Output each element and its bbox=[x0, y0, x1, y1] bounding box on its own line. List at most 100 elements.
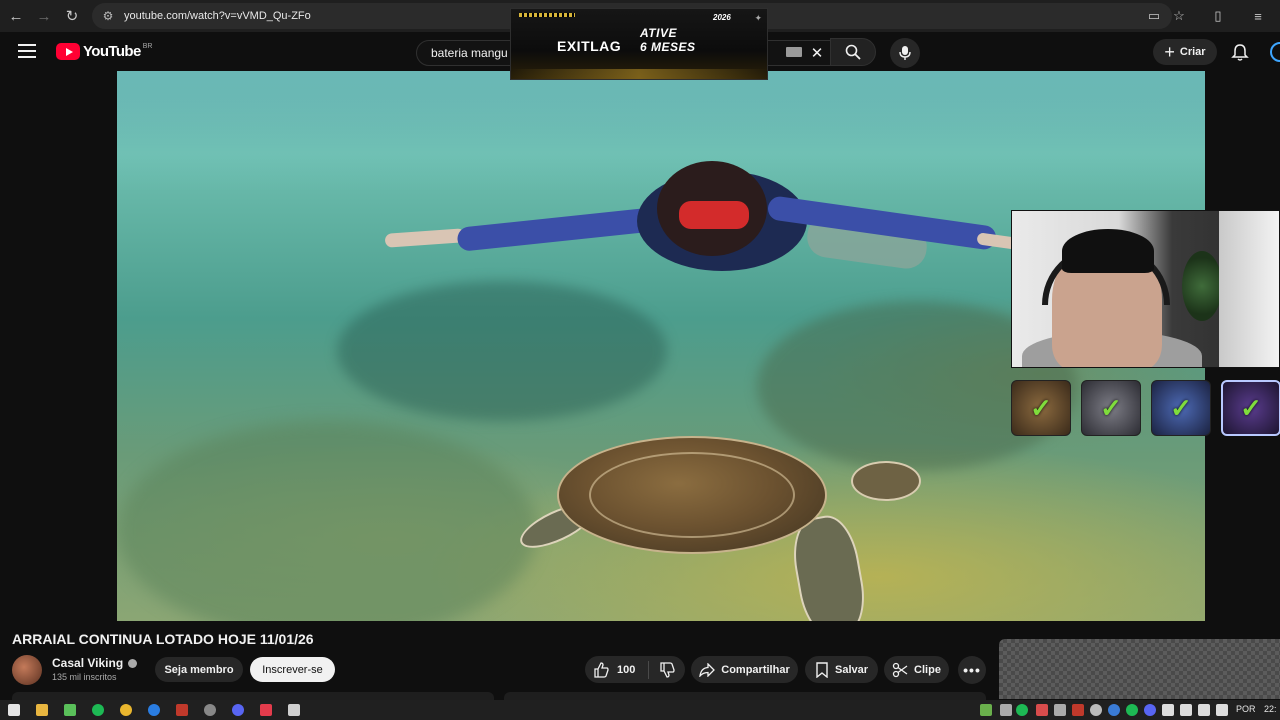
share-label: Compartilhar bbox=[721, 663, 790, 676]
banner-stripe bbox=[519, 13, 575, 17]
tray-icon[interactable] bbox=[980, 704, 992, 716]
windows-start-icon[interactable] bbox=[6, 702, 22, 718]
sponsor-promo: ATIVE 6 MESES bbox=[640, 26, 696, 54]
clock[interactable]: 22: bbox=[1264, 704, 1277, 714]
youtube-play-icon bbox=[56, 43, 80, 60]
extensions-icon[interactable]: ▯ bbox=[1206, 4, 1230, 28]
description-box[interactable] bbox=[12, 692, 494, 700]
cap bbox=[1062, 229, 1154, 273]
tray-icon[interactable] bbox=[1108, 704, 1120, 716]
clip-label: Clipe bbox=[914, 663, 941, 676]
channel-avatar[interactable] bbox=[12, 655, 42, 685]
search-icon bbox=[845, 44, 861, 60]
save-label: Salvar bbox=[834, 663, 869, 676]
youtube-logo[interactable]: YouTube BR bbox=[56, 43, 152, 60]
keyboard-icon[interactable] bbox=[786, 47, 802, 57]
turtle-shell bbox=[557, 436, 827, 554]
forward-icon[interactable]: → bbox=[30, 2, 58, 30]
check-icon: ✓ bbox=[1030, 392, 1052, 423]
promo-line-1: ATIVE bbox=[640, 26, 677, 40]
chrome-icon[interactable] bbox=[118, 702, 134, 718]
rock bbox=[337, 281, 667, 421]
url-text[interactable]: youtube.com/watch?v=vVMD_Qu-ZFo bbox=[124, 10, 311, 22]
search-button[interactable] bbox=[830, 38, 876, 66]
back-icon[interactable]: ← bbox=[2, 2, 30, 30]
banner-glow bbox=[511, 69, 767, 79]
language-indicator[interactable]: POR bbox=[1236, 704, 1256, 714]
subscribe-button[interactable]: Inscrever-se bbox=[250, 657, 335, 682]
battery-icon[interactable] bbox=[1216, 704, 1228, 716]
like-count: 100 bbox=[617, 663, 636, 676]
snorkel-mask bbox=[679, 201, 749, 229]
tray-icon[interactable] bbox=[1054, 704, 1066, 716]
mic-icon bbox=[899, 46, 911, 60]
channel-name[interactable]: Casal Viking bbox=[52, 656, 123, 670]
tray-icon[interactable] bbox=[1000, 704, 1012, 716]
cast-icon[interactable]: ▭ bbox=[1142, 4, 1166, 28]
tray-icon[interactable] bbox=[1090, 704, 1102, 716]
app-icon[interactable] bbox=[202, 702, 218, 718]
app-icon[interactable] bbox=[286, 702, 302, 718]
clip-button[interactable]: Clipe bbox=[884, 656, 949, 683]
logo-text: YouTube bbox=[83, 43, 141, 60]
tray-icon[interactable] bbox=[1144, 704, 1156, 716]
dislike-button[interactable] bbox=[649, 656, 685, 683]
app-icon[interactable] bbox=[174, 702, 190, 718]
volume-icon[interactable] bbox=[1198, 704, 1210, 716]
spotify-icon[interactable] bbox=[90, 702, 106, 718]
sponsor-year: 2026 bbox=[713, 13, 731, 22]
scissors-icon bbox=[892, 662, 908, 677]
star-icon[interactable]: ☆ bbox=[1167, 4, 1191, 28]
voice-search-button[interactable] bbox=[890, 38, 920, 68]
swimmer-arm bbox=[456, 206, 668, 252]
check-icon: ✓ bbox=[1100, 392, 1122, 423]
search-query[interactable]: bateria mangu bbox=[431, 46, 508, 60]
taskbar bbox=[0, 700, 1280, 720]
save-icon bbox=[816, 661, 828, 678]
plant bbox=[1182, 251, 1222, 321]
check-icon: ✓ bbox=[1240, 392, 1262, 423]
swimmer-hand bbox=[384, 228, 466, 248]
discord-icon[interactable] bbox=[230, 702, 246, 718]
subscriber-count: 135 mil inscritos bbox=[52, 672, 117, 682]
badge: ✓ bbox=[1151, 380, 1211, 436]
country-code: BR bbox=[142, 43, 153, 50]
description-box[interactable] bbox=[504, 692, 986, 700]
reload-icon[interactable]: ↻ bbox=[58, 2, 86, 30]
more-icon[interactable]: ••• bbox=[958, 656, 986, 684]
recommended-thumbnail[interactable] bbox=[999, 639, 1280, 699]
create-button[interactable]: + Criar bbox=[1153, 39, 1217, 65]
webcam-overlay bbox=[1011, 210, 1280, 368]
badge: ✓ bbox=[1221, 380, 1280, 436]
tray-icon[interactable] bbox=[1016, 704, 1028, 716]
like-button[interactable]: 100 bbox=[585, 656, 648, 683]
save-button[interactable]: Salvar bbox=[805, 656, 878, 683]
screen: ← → ↻ ⚙ youtube.com/watch?v=vVMD_Qu-ZFo … bbox=[0, 0, 1280, 720]
tray-icon[interactable] bbox=[1036, 704, 1048, 716]
app-icon[interactable] bbox=[146, 702, 162, 718]
sponsor-banner: EXITLAG ATIVE 6 MESES 2026 ✦ bbox=[510, 8, 768, 80]
join-button[interactable]: Seja membro bbox=[155, 657, 243, 682]
promo-line-2: 6 MESES bbox=[640, 40, 696, 54]
tray-icon[interactable] bbox=[1126, 704, 1138, 716]
mic-tray-icon[interactable] bbox=[1162, 704, 1174, 716]
network-icon[interactable] bbox=[1180, 704, 1192, 716]
tray-icon[interactable] bbox=[1072, 704, 1084, 716]
app-icon[interactable] bbox=[258, 702, 274, 718]
bell-icon[interactable] bbox=[1230, 42, 1250, 62]
plus-icon: + bbox=[1164, 42, 1175, 62]
folder-icon[interactable] bbox=[34, 702, 50, 718]
curtain bbox=[1219, 211, 1279, 367]
menu-icon[interactable]: ≡ bbox=[1246, 4, 1270, 28]
sponsor-brand: EXITLAG bbox=[557, 38, 622, 54]
hamburger-icon[interactable] bbox=[18, 44, 36, 58]
share-button[interactable]: Compartilhar bbox=[691, 656, 798, 683]
site-info-icon[interactable]: ⚙ bbox=[100, 8, 116, 24]
app-icon[interactable] bbox=[62, 702, 78, 718]
video-title: ARRAIAL CONTINUA LOTADO HOJE 11/01/26 bbox=[12, 631, 314, 647]
sparkle-icon: ✦ bbox=[754, 13, 762, 23]
turtle-head bbox=[851, 461, 921, 501]
like-dislike-group: 100 bbox=[585, 656, 685, 683]
channel-name-row[interactable]: Casal Viking bbox=[52, 656, 138, 670]
clear-icon[interactable]: ✕ bbox=[806, 40, 828, 66]
